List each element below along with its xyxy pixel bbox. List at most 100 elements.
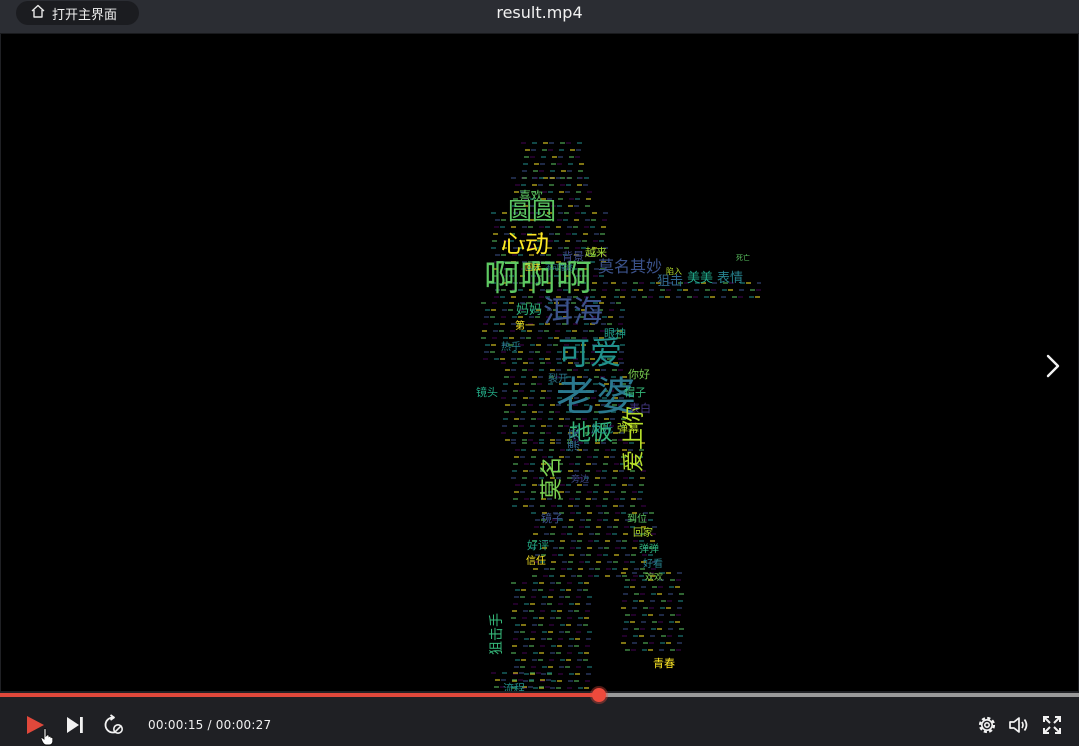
wordcloud-filler bbox=[511, 617, 516, 619]
wordcloud-filler bbox=[556, 442, 561, 444]
wordcloud-filler bbox=[569, 198, 574, 200]
wordcloud-filler bbox=[580, 554, 585, 556]
wordcloud-filler bbox=[558, 673, 563, 675]
wordcloud-filler bbox=[576, 596, 581, 598]
wordcloud-filler bbox=[555, 233, 560, 235]
wordcloud-filler bbox=[551, 680, 556, 682]
wordcloud-filler bbox=[526, 337, 531, 339]
wordcloud-filler bbox=[540, 432, 545, 434]
wordcloud-filler bbox=[621, 572, 626, 574]
wordcloud-filler bbox=[550, 687, 555, 689]
wordcloud-filler bbox=[665, 296, 670, 298]
wordcloud-filler bbox=[622, 575, 627, 577]
wordcloud-filler bbox=[594, 540, 599, 542]
wordcloud-filler bbox=[541, 425, 546, 427]
wordcloud-filler bbox=[501, 432, 506, 434]
wordcloud-filler bbox=[616, 540, 621, 542]
wordcloud-filler bbox=[614, 463, 619, 465]
wordcloud-filler bbox=[610, 491, 615, 493]
wordcloud-filler bbox=[579, 561, 584, 563]
wordcloud-filler bbox=[621, 607, 626, 609]
wordcloud-filler bbox=[500, 358, 505, 360]
fullscreen-icon[interactable] bbox=[1041, 714, 1063, 736]
wordcloud-filler bbox=[534, 163, 539, 165]
wordcloud-filler bbox=[552, 554, 557, 556]
wordcloud-filler bbox=[574, 610, 579, 612]
wordcloud-filler bbox=[659, 614, 664, 616]
wordcloud-filler bbox=[529, 505, 534, 507]
wordcloud-filler bbox=[540, 526, 545, 528]
volume-icon[interactable] bbox=[1008, 714, 1030, 736]
wordcloud-filler bbox=[589, 533, 594, 535]
wordcloud-filler bbox=[639, 540, 644, 542]
wordcloud-filler bbox=[540, 505, 545, 507]
wordcloud-filler bbox=[495, 679, 500, 681]
wordcloud-filler bbox=[523, 470, 528, 472]
wordcloud-filler bbox=[630, 561, 635, 563]
wordcloud-filler bbox=[550, 177, 555, 179]
wordcloud-filler bbox=[493, 233, 498, 235]
wordcloud-filler bbox=[533, 533, 538, 535]
skip-next-icon[interactable] bbox=[64, 714, 86, 736]
wordcloud-filler bbox=[541, 638, 546, 640]
wordcloud-filler bbox=[683, 289, 688, 291]
wordcloud-filler bbox=[624, 586, 629, 588]
wordcloud-filler bbox=[620, 498, 625, 500]
control-bar: 00:00:15 / 00:00:27 bbox=[0, 698, 1079, 746]
wordcloud-filler bbox=[591, 219, 596, 221]
wordcloud-filler bbox=[501, 219, 506, 221]
wordcloud-filler bbox=[572, 330, 577, 332]
wordcloud-filler bbox=[613, 526, 618, 528]
wordcloud-filler bbox=[632, 642, 637, 644]
wordcloud-filler bbox=[533, 568, 538, 570]
wordcloud-filler bbox=[667, 635, 672, 637]
video-viewport[interactable]: 老婆 啊啊啊 洱海 可爱 圆圆 心动 地板 莫名其妙 莫名 爱上你 狙击 美美 表情 妈妈 喜欢 背景 越来 第一… bbox=[1, 34, 1078, 691]
wordcloud-filler bbox=[622, 600, 627, 602]
wordcloud-word: 狙击手 bbox=[489, 613, 505, 655]
wordcloud-filler bbox=[495, 219, 500, 221]
wordcloud-filler bbox=[548, 596, 553, 598]
wordcloud-filler bbox=[561, 568, 566, 570]
wordcloud-filler bbox=[603, 212, 608, 214]
wordcloud-filler bbox=[561, 170, 566, 172]
wordcloud-filler bbox=[492, 337, 497, 339]
wordcloud-filler bbox=[557, 205, 562, 207]
wordcloud-filler bbox=[555, 330, 560, 332]
wordcloud-filler bbox=[588, 540, 593, 542]
chevron-right-icon[interactable] bbox=[1040, 352, 1064, 380]
wordcloud-filler bbox=[677, 642, 682, 644]
wordcloud-filler bbox=[732, 296, 737, 298]
wordcloud-filler bbox=[521, 624, 526, 626]
wordcloud-filler bbox=[675, 621, 680, 623]
wordcloud-filler bbox=[632, 607, 637, 609]
wordcloud-filler bbox=[544, 568, 549, 570]
wordcloud-filler bbox=[589, 568, 594, 570]
wordcloud-word: 心动 bbox=[501, 230, 549, 258]
wordcloud-filler bbox=[545, 358, 550, 360]
loop-icon[interactable] bbox=[103, 714, 125, 736]
wordcloud-filler bbox=[632, 572, 637, 574]
wordcloud-filler bbox=[587, 666, 592, 668]
wordcloud-filler bbox=[529, 351, 534, 353]
wordcloud-filler bbox=[530, 425, 535, 427]
wordcloud-filler bbox=[625, 649, 630, 651]
wordcloud-filler bbox=[600, 233, 605, 235]
wordcloud-filler bbox=[603, 282, 608, 284]
wordcloud-filler bbox=[643, 607, 648, 609]
wordcloud-filler bbox=[755, 296, 760, 298]
wordcloud-filler bbox=[547, 344, 552, 346]
wordcloud-filler bbox=[584, 617, 589, 619]
settings-icon[interactable] bbox=[976, 714, 998, 736]
wordcloud-filler bbox=[585, 680, 590, 682]
wordcloud-filler bbox=[540, 645, 545, 647]
wordcloud-filler bbox=[568, 610, 573, 612]
wordcloud-filler bbox=[668, 593, 673, 595]
wordcloud-filler bbox=[576, 240, 581, 242]
wordcloud-filler bbox=[576, 149, 581, 151]
wordcloud-filler bbox=[670, 614, 675, 616]
wordcloud-filler bbox=[512, 362, 517, 364]
wordcloud-filler bbox=[549, 449, 554, 451]
wordcloud-filler bbox=[500, 226, 505, 228]
wordcloud-filler bbox=[558, 638, 563, 640]
wordcloud-filler bbox=[532, 376, 537, 378]
